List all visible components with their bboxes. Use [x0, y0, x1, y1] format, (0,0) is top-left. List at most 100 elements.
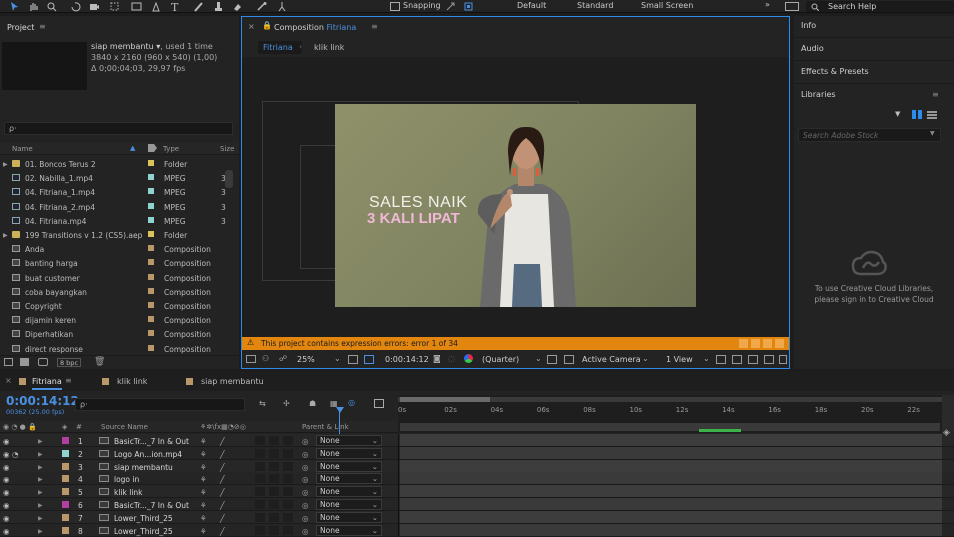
rotate-tool-icon[interactable] [70, 1, 81, 12]
channel-icon[interactable] [464, 354, 473, 363]
parent-link-select[interactable]: None ⌄ [316, 435, 382, 446]
workspace-default[interactable]: Default [517, 1, 546, 10]
project-list-item[interactable]: 04. Fitriana_1.mp4 MPEG 3 [0, 185, 237, 199]
timeline-zoom-bar[interactable] [400, 423, 940, 431]
layer-label-color[interactable] [62, 488, 69, 496]
error-goto-button[interactable] [763, 339, 772, 348]
shy-switch-icon[interactable]: ⚘ [200, 527, 207, 536]
layer-switch-box[interactable] [255, 474, 265, 484]
zoom-dropdown-icon[interactable]: ⌄ [334, 354, 341, 363]
layer-duration-bar[interactable] [400, 459, 942, 472]
label-color-swatch[interactable] [148, 316, 154, 323]
layer-duration-bar[interactable] [400, 523, 942, 536]
pick-whip-icon[interactable]: ◎ [302, 475, 309, 484]
sync-settings-icon[interactable] [785, 2, 799, 11]
graph-editor-icon[interactable] [374, 399, 384, 408]
workspace-overflow-icon[interactable]: » [765, 0, 770, 9]
snapping-checkbox[interactable] [390, 2, 400, 11]
comp-mini-flowchart-icon[interactable]: ⇆ [259, 399, 266, 408]
quality-switch-icon[interactable]: ╱ [220, 450, 225, 459]
expand-arrow-icon[interactable]: ▶ [38, 528, 43, 535]
layer-switch-box[interactable] [255, 525, 265, 535]
pick-whip-icon[interactable]: ◎ [302, 527, 309, 536]
visibility-eye-icon[interactable]: ◉ [3, 514, 10, 523]
layer-duration-bar[interactable] [400, 434, 942, 446]
shy-switch-icon[interactable]: ⚘ [200, 488, 207, 497]
shy-switch-icon[interactable]: ⚘ [200, 450, 207, 459]
quality-switch-icon[interactable]: ╱ [220, 527, 225, 536]
roto-brush-tool-icon[interactable] [256, 1, 267, 12]
motion-blur-icon[interactable]: ◎ [348, 398, 355, 407]
close-panel-icon[interactable]: × [248, 22, 255, 31]
layer-row[interactable]: ◉ ▶ ⚘ ╱ ◎ ◔ 2 Logo An...ion.mp4 None ⌄ [0, 446, 954, 460]
lock-icon[interactable]: 🔒 [262, 21, 272, 30]
playhead-icon[interactable] [336, 407, 344, 413]
project-list-item[interactable]: 04. Fitriana.mp4 MPEG 3 [0, 214, 237, 228]
quality-switch-icon[interactable]: ╱ [220, 488, 225, 497]
layer-label-color[interactable] [62, 475, 69, 483]
layer-switch-box[interactable] [283, 448, 293, 458]
layer-switch-box[interactable] [269, 448, 279, 458]
layer-label-color[interactable] [62, 513, 69, 521]
layer-switch-box[interactable] [255, 461, 265, 471]
eraser-tool-icon[interactable] [232, 1, 243, 12]
layer-row[interactable]: ◉ ▶ ⚘ ╱ ◎ 6 BasicTr..._7 In & Out None ⌄ [0, 498, 954, 511]
shy-switch-icon[interactable]: ⚘ [200, 463, 207, 472]
expand-arrow-icon[interactable]: ▶ [38, 464, 43, 471]
grid-view-icon[interactable] [912, 110, 922, 119]
sort-up-icon[interactable]: ▲ [130, 144, 135, 152]
workspace-standard[interactable]: Standard [577, 1, 613, 10]
show-snapshot-icon[interactable]: ◌ [448, 354, 455, 363]
layer-switch-box[interactable] [283, 436, 293, 445]
layer-name[interactable]: BasicTr..._7 In & Out [114, 437, 189, 446]
project-search-input[interactable]: ρ· [4, 122, 233, 135]
project-list-item[interactable]: direct response Composition [0, 342, 237, 356]
grid-guides-icon[interactable] [348, 355, 358, 364]
quality-switch-icon[interactable]: ╱ [220, 463, 225, 472]
visibility-eye-icon[interactable]: ◉ [3, 501, 10, 510]
label-tag-icon[interactable] [148, 144, 157, 152]
pick-whip-icon[interactable]: ◎ [302, 437, 309, 446]
pick-whip-icon[interactable]: ◎ [302, 463, 309, 472]
error-close-button[interactable] [775, 339, 784, 348]
project-list-item[interactable]: banting harga Composition [0, 256, 237, 270]
layer-duration-bar[interactable] [400, 446, 942, 459]
shy-switch-icon[interactable]: ⚘ [200, 437, 207, 446]
shy-layers-icon[interactable]: ☗ [309, 399, 316, 408]
parent-link-select[interactable]: None ⌄ [316, 460, 382, 472]
project-list-item[interactable]: 02. Nabilla_1.mp4 MPEG 3 [0, 171, 237, 185]
parent-link-select[interactable]: None ⌄ [316, 473, 382, 485]
pick-whip-icon[interactable]: ◎ [302, 450, 309, 459]
column-parent-link[interactable]: Parent & Link [302, 423, 349, 431]
layer-name[interactable]: Lower_Third_25 [114, 527, 173, 536]
layer-switch-box[interactable] [269, 500, 279, 509]
exposure-icon[interactable] [779, 355, 787, 364]
hand-tool-icon[interactable] [28, 1, 39, 12]
pan-behind-tool-icon[interactable] [109, 1, 120, 12]
layer-label-color[interactable] [62, 462, 69, 470]
layer-duration-bar[interactable] [400, 510, 942, 523]
close-tab-icon[interactable]: × [5, 376, 12, 385]
comp-tab-active[interactable]: Fitriana [258, 41, 302, 54]
pick-whip-icon[interactable]: ◎ [302, 501, 309, 510]
region-of-interest-icon[interactable] [364, 355, 374, 364]
flowchart-icon[interactable] [748, 355, 758, 364]
layer-row[interactable]: ◉ ▶ ⚘ ╱ ◎ 1 BasicTr..._7 In & Out None ⌄ [0, 434, 954, 447]
layer-switch-box[interactable] [255, 436, 265, 445]
label-color-swatch[interactable] [148, 202, 154, 209]
audio-panel-tab[interactable]: Audio [794, 39, 954, 61]
label-color-swatch[interactable] [148, 160, 154, 166]
layer-switch-box[interactable] [283, 461, 293, 471]
project-list-item[interactable]: Diperhatikan Composition [0, 327, 237, 341]
type-tool-icon[interactable]: T [170, 1, 181, 12]
layer-name[interactable]: logo in [114, 475, 139, 484]
libraries-menu-icon[interactable]: ≡ [932, 90, 939, 99]
quality-switch-icon[interactable]: ╱ [220, 475, 225, 484]
layer-switch-box[interactable] [255, 487, 265, 497]
layer-switch-box[interactable] [283, 487, 293, 497]
shy-switch-icon[interactable]: ⚘ [200, 475, 207, 484]
label-color-swatch[interactable] [148, 273, 154, 280]
transparency-grid-icon[interactable] [564, 355, 574, 364]
parent-link-select[interactable]: None ⌄ [316, 524, 382, 536]
label-color-swatch[interactable] [148, 259, 154, 266]
